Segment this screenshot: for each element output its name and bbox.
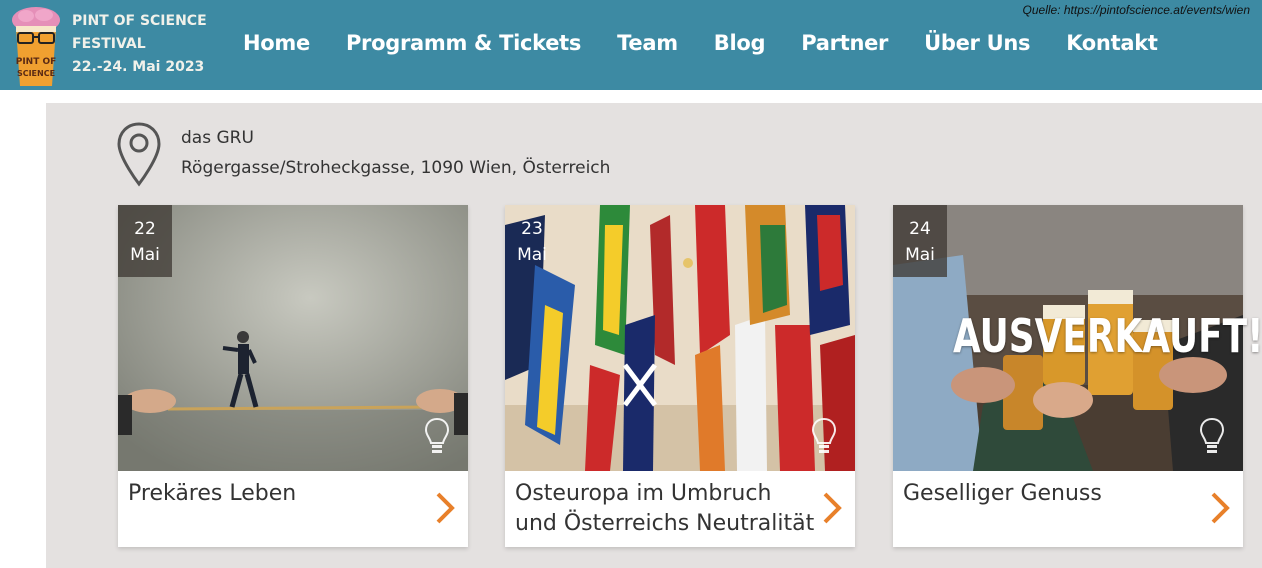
nav-blog[interactable]: Blog	[714, 31, 766, 55]
event-card[interactable]: 23 Mai Osteuropa im Umbruch und Österrei…	[505, 205, 855, 547]
nav-home[interactable]: Home	[243, 31, 310, 55]
source-caption: Quelle: https://pintofscience.at/events/…	[1022, 3, 1250, 17]
sold-out-label: AUSVERKAUFT!	[953, 309, 1262, 363]
event-card[interactable]: 22 Mai Prekäres Leben	[118, 205, 468, 547]
event-month: Mai	[130, 245, 160, 265]
event-month: Mai	[517, 245, 547, 265]
event-day: 23	[521, 219, 543, 239]
lightbulb-icon	[424, 417, 450, 453]
svg-text:PINT OF: PINT OF	[16, 57, 57, 67]
event-day: 22	[134, 219, 156, 239]
nav-partner[interactable]: Partner	[801, 31, 888, 55]
event-date-badge: 22 Mai	[118, 205, 172, 277]
nav-ueber-uns[interactable]: Über Uns	[924, 31, 1030, 55]
event-title[interactable]: Osteuropa im Umbruch und Österreichs Neu…	[515, 479, 815, 539]
pint-logo-icon[interactable]: PINT OF SCIENCE	[8, 6, 64, 88]
venue-address: Rögergasse/Stroheckgasse, 1090 Wien, Öst…	[181, 158, 611, 178]
svg-text:SCIENCE: SCIENCE	[17, 69, 55, 78]
event-month: Mai	[905, 245, 935, 265]
brand-line-2: FESTIVAL	[72, 36, 146, 52]
lightbulb-icon	[1199, 417, 1225, 453]
event-title[interactable]: Geselliger Genuss	[903, 479, 1203, 509]
site-header: PINT OF SCIENCE PINT OF SCIENCE FESTIVAL…	[0, 0, 1262, 90]
nav-programm-tickets[interactable]: Programm & Tickets	[346, 31, 582, 55]
chevron-right-icon[interactable]	[821, 491, 843, 525]
venue-name: das GRU	[181, 128, 254, 148]
event-date-badge: 23 Mai	[505, 205, 559, 277]
event-date-badge: 24 Mai	[893, 205, 947, 277]
map-pin-icon	[117, 122, 161, 187]
chevron-right-icon[interactable]	[434, 491, 456, 525]
festival-brand[interactable]: PINT OF SCIENCE FESTIVAL 22.-24. Mai 202…	[72, 10, 207, 79]
nav-team[interactable]: Team	[617, 31, 678, 55]
event-title[interactable]: Prekäres Leben	[128, 479, 428, 509]
chevron-right-icon[interactable]	[1209, 491, 1231, 525]
main-nav: Home Programm & Tickets Team Blog Partne…	[243, 31, 1194, 55]
brand-line-3: 22.-24. Mai 2023	[72, 59, 205, 75]
nav-kontakt[interactable]: Kontakt	[1066, 31, 1158, 55]
brand-line-1: PINT OF SCIENCE	[72, 13, 207, 29]
lightbulb-icon	[811, 417, 837, 453]
event-day: 24	[909, 219, 931, 239]
event-card[interactable]: 24 Mai AUSVERKAUFT! Geselliger Genuss	[893, 205, 1262, 547]
